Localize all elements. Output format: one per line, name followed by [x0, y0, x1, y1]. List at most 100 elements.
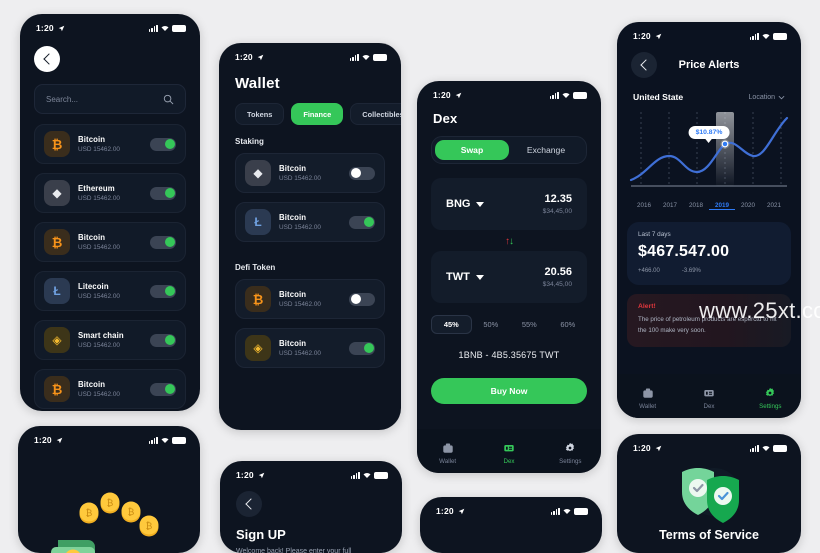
coin-toggle[interactable]	[150, 284, 176, 298]
coin-icon: ◈	[245, 335, 271, 361]
mode-exchange[interactable]: Exchange	[509, 140, 583, 160]
coin-icon: ₿	[245, 286, 271, 312]
coin-icon: ₿	[44, 131, 70, 157]
x-tick: 2021	[766, 202, 781, 209]
search-input[interactable]: Search...	[34, 84, 186, 114]
chevron-down-icon	[476, 201, 485, 207]
gear-icon	[766, 387, 775, 396]
page-title: Wallet	[235, 75, 280, 92]
pct-option-55[interactable]: 55%	[510, 315, 549, 334]
buy-now-button[interactable]: Buy Now	[431, 378, 587, 404]
location-arrow-icon	[258, 472, 265, 478]
coin-toggle[interactable]	[349, 292, 375, 306]
battery-icon	[573, 91, 587, 99]
x-tick: 2016	[636, 202, 651, 209]
list-item[interactable]: ₿ Bitcoin USD 15462.00	[34, 124, 186, 164]
section-title-staking: Staking	[235, 137, 264, 146]
x-tick: 2018	[688, 202, 703, 209]
chevron-down-icon	[778, 95, 785, 99]
svg-text:₿: ₿	[146, 521, 153, 531]
tab-dex[interactable]: Dex	[678, 387, 739, 410]
coin-toggle[interactable]	[150, 382, 176, 396]
signal-icon	[350, 471, 360, 479]
tab-settings[interactable]: Settings	[740, 387, 801, 410]
coin-toggle[interactable]	[349, 215, 375, 229]
x-tick: 2017	[662, 202, 677, 209]
coin-icon: ◆	[44, 180, 70, 206]
tab-settings[interactable]: Settings	[540, 442, 601, 465]
pct-option-50[interactable]: 50%	[472, 315, 511, 334]
coin-toggle[interactable]	[150, 137, 176, 151]
coin-name: Bitcoin	[279, 339, 307, 348]
status-bar: 1:20	[417, 81, 601, 103]
page-title: Terms of Service	[659, 528, 759, 542]
mockup-canvas: 1:20 Search... ₿ Bitcoin USD 15462.00 ◆ …	[0, 0, 820, 553]
from-token-selector[interactable]: BNG	[446, 198, 485, 210]
status-time: 1:20	[433, 90, 451, 100]
list-item[interactable]: Ł Litecoin USD 15462.00	[34, 271, 186, 311]
battery-icon	[374, 471, 388, 479]
list-item[interactable]: ₿ Bitcoin USD 15462.00	[34, 222, 186, 262]
signal-icon	[549, 91, 559, 99]
swap-arrows-icon[interactable]: ↑↓	[417, 230, 601, 251]
status-time: 1:20	[436, 506, 454, 516]
coin-icon: Ł	[44, 278, 70, 304]
location-filter[interactable]: Location	[749, 94, 785, 101]
coins-illustration-screen: 1:20 ₿ ₿ ₿ ₿	[18, 426, 200, 553]
mode-swap[interactable]: Swap	[435, 140, 509, 160]
list-item[interactable]: ◈ Bitcoin USD 15462.00	[235, 328, 385, 368]
tab-wallet[interactable]: Wallet	[417, 442, 478, 465]
status-bar: 1:20	[617, 22, 801, 44]
to-token-selector[interactable]: TWT	[446, 271, 484, 283]
coins-wallet-illustration: ₿ ₿ ₿ ₿ ₿	[51, 492, 159, 553]
coin-toggle[interactable]	[150, 235, 176, 249]
list-item[interactable]: ◆ Ethereum USD 15462.00	[34, 173, 186, 213]
signal-icon	[550, 507, 560, 515]
signal-icon	[148, 24, 158, 32]
coin-name: Ethereum	[78, 184, 115, 193]
chart-x-axis: 2016 2017 2018 2019 2020 2021	[627, 200, 791, 210]
back-button-wrap	[20, 36, 200, 84]
wifi-icon	[363, 472, 371, 478]
status-time: 1:20	[235, 52, 253, 62]
back-button[interactable]	[34, 46, 60, 72]
coin-icon: ₿	[44, 229, 70, 255]
back-button[interactable]	[236, 491, 262, 517]
tab-finance[interactable]: Finance	[291, 103, 344, 125]
list-item[interactable]: ₿ Bitcoin USD 15462.00	[34, 369, 186, 409]
wifi-icon	[762, 33, 770, 39]
from-token-symbol: BNG	[446, 198, 471, 210]
list-item[interactable]: ◆ Bitcoin USD 15462.00	[235, 153, 385, 193]
battery-icon	[373, 53, 387, 61]
pct-option-45[interactable]: 45%	[431, 315, 472, 334]
coin-toggle[interactable]	[349, 166, 375, 180]
x-tick-active[interactable]: 2019	[709, 202, 735, 210]
list-item[interactable]: ◈ Smart chain USD 15462.00	[34, 320, 186, 360]
coin-toggle[interactable]	[349, 341, 375, 355]
stat-label: Last 7 days	[638, 231, 671, 238]
coin-toggle[interactable]	[150, 186, 176, 200]
swap-to-box[interactable]: TWT 20.56 $34,45,00	[431, 251, 587, 303]
dex-screen: 1:20 Dex Swap Exchange BNG 12.35 $34,45,…	[417, 81, 601, 473]
coin-icon: ◈	[44, 327, 70, 353]
tab-wallet-label: Wallet	[439, 457, 457, 465]
tab-tokens[interactable]: Tokens	[235, 103, 285, 125]
coin-toggle[interactable]	[150, 333, 176, 347]
coin-price: USD 15462.00	[279, 301, 321, 308]
pct-option-60[interactable]: 60%	[549, 315, 588, 334]
tab-collectibles[interactable]: Collectibles	[350, 103, 401, 125]
coin-icon: Ł	[245, 209, 271, 235]
wifi-icon	[562, 92, 570, 98]
tab-wallet[interactable]: Wallet	[617, 387, 678, 410]
chart-title: United State	[633, 92, 684, 102]
swap-from-box[interactable]: BNG 12.35 $34,45,00	[431, 178, 587, 230]
tab-dex[interactable]: Dex	[478, 442, 539, 465]
list-item[interactable]: Ł Bitcoin USD 15462.00	[235, 202, 385, 242]
bottom-tabbar: Wallet Dex Settings	[417, 429, 601, 473]
coin-price: USD 15462.00	[279, 350, 321, 357]
location-arrow-icon	[655, 445, 662, 451]
list-item[interactable]: ₿ Bitcoin USD 15462.00	[235, 279, 385, 319]
to-token-symbol: TWT	[446, 271, 470, 283]
coin-name: Bitcoin	[78, 380, 106, 389]
to-fiat: $34,45,00	[542, 281, 572, 288]
